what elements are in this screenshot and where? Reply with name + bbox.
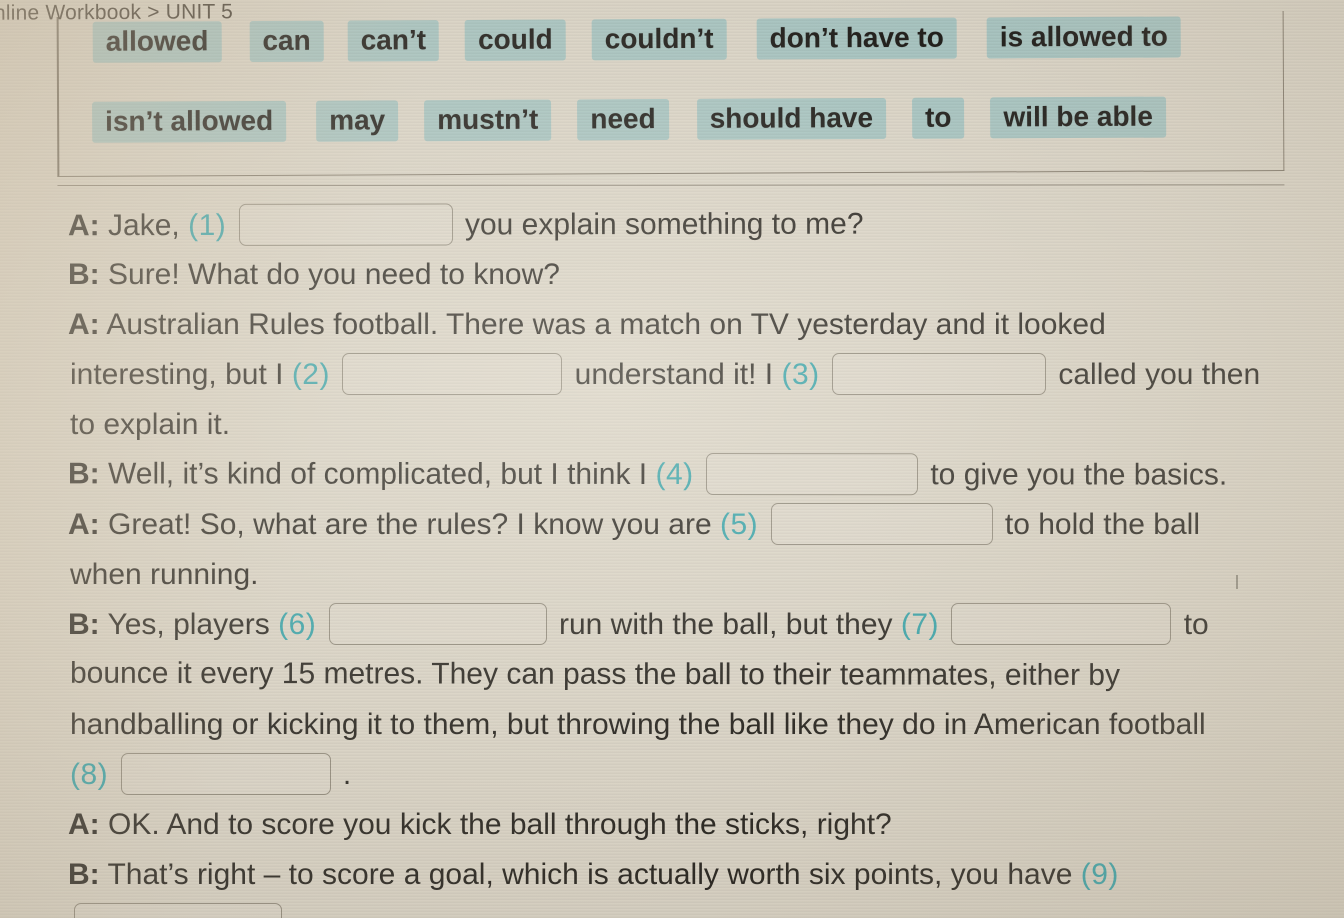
line-8-text: when running. [70,558,259,591]
word-chip-to[interactable]: to [911,97,965,140]
line-4-text-c: called you then [1058,358,1261,391]
dialogue-line-13: A: OK. And to score you kick the ball th… [0,800,1344,850]
word-chip-is-allowed-to[interactable]: is allowed to [986,16,1181,59]
answer-blank-3[interactable] [832,353,1046,396]
dialogue-line-6: B: Well, it’s kind of complicated, but I… [0,449,1344,500]
word-bank-panel: allowed can can’t could couldn’t don’t h… [56,11,1285,177]
speaker-label-a: A: [67,209,100,243]
line-14-text: That’s right – to score a goal, which is… [107,858,1073,891]
breadcrumb: nline Workbook > UNIT 5 [0,0,234,25]
word-chip-could[interactable]: could [464,19,566,62]
answer-blank-7[interactable] [951,603,1172,646]
word-chip-should-have[interactable]: should have [696,97,887,141]
answer-blank-9[interactable] [74,903,282,918]
line-9-text-a: Yes, players [107,608,270,641]
speaker-label-b: B: [68,858,100,891]
word-chip-need[interactable]: need [577,99,669,141]
speaker-label-a: A: [68,308,100,341]
word-chip-isnt-allowed[interactable]: isn’t allowed [92,100,287,144]
speaker-label-a: A: [68,508,100,541]
word-chip-dont-have-to[interactable]: don’t have to [756,17,957,60]
dialogue-line-12: (8) . [0,750,1344,800]
word-chip-may[interactable]: may [316,100,399,143]
blank-number-6: (6) [278,608,317,641]
blank-number-8: (8) [70,758,109,791]
dialogue-line-8: when running. [0,550,1344,600]
speaker-label-b: B: [68,258,100,291]
dialogue-line-9: B: Yes, players (6) run with the ball, b… [0,600,1344,650]
word-chip-couldnt[interactable]: couldn’t [591,18,727,61]
blank-number-1: (1) [188,208,227,243]
line-12-period: . [342,758,352,791]
line-9-text-b: run with the ball, but they [558,608,893,641]
blank-number-7: (7) [900,608,940,641]
dialogue-line-11: handballing or kicking it to them, but t… [0,700,1344,750]
word-chip-will-be-able[interactable]: will be able [990,96,1166,139]
answer-blank-2[interactable] [342,353,563,396]
word-chip-mustnt[interactable]: mustn’t [424,99,552,142]
word-bank-row-2: isn’t allowed may mustn’t need should ha… [92,96,1166,144]
word-chip-allowed[interactable]: allowed [92,21,222,64]
dialogue-exercise: A: Jake, (1) you explain something to me… [0,200,1344,918]
dialogue-line-5: to explain it. [0,400,1344,450]
speaker-label-b: B: [67,457,100,491]
speaker-label-a: A: [68,808,100,841]
line-7-text-a: Great! So, what are the rules? I know yo… [108,508,712,541]
blank-number-2: (2) [291,358,330,391]
dialogue-line-7: A: Great! So, what are the rules? I know… [0,500,1344,550]
speaker-label-b: B: [68,608,100,641]
blank-number-4: (4) [655,457,694,492]
dialogue-line-14: B: That’s right – to score a goal, which… [0,850,1344,900]
blank-number-3: (3) [781,358,820,391]
line-4-text-a: interesting, but I [70,358,284,391]
answer-blank-5[interactable] [770,503,993,546]
dialogue-line-1: A: Jake, (1) you explain something to me… [0,199,1344,252]
blank-number-5: (5) [720,508,759,541]
dialogue-line-4: interesting, but I (2) understand it! I … [0,350,1344,400]
stray-mark [1236,575,1238,589]
blank-number-9: (9) [1080,858,1119,891]
line-4-text-b: understand it! I [574,358,774,391]
line-9-text-c: to [1183,608,1209,641]
line-13-text: OK. And to score you kick the ball throu… [108,808,892,841]
word-chip-cant[interactable]: can’t [347,20,440,62]
line-3-text: Australian Rules football. There was a m… [106,308,1106,341]
dialogue-line-15-partial [0,900,1344,918]
line-5-text: to explain it. [70,408,231,441]
answer-blank-4[interactable] [705,453,919,496]
answer-blank-1[interactable] [238,203,453,246]
answer-blank-6[interactable] [328,603,547,646]
line-11-text: handballing or kicking it to them, but t… [70,708,1206,741]
line-1-text-before: Jake, [107,209,180,243]
dialogue-line-10: bounce it every 15 metres. They can pass… [0,649,1344,702]
dialogue-line-3: A: Australian Rules football. There was … [0,300,1344,350]
line-10-text: bounce it every 15 metres. They can pass… [69,656,1121,692]
word-chip-can[interactable]: can [249,20,324,63]
line-1-text-after: you explain something to me? [464,207,864,242]
line-6-text-a: Well, it’s kind of complicated, but I th… [107,457,648,491]
word-bank-row-1: allowed can can’t could couldn’t don’t h… [92,16,1181,64]
line-2-text: Sure! What do you need to know? [108,258,560,291]
answer-blank-8[interactable] [120,753,331,796]
line-6-text-b: to give you the basics. [930,458,1228,492]
line-7-text-b: to hold the ball [1004,508,1201,541]
dialogue-line-2: B: Sure! What do you need to know? [0,250,1344,300]
